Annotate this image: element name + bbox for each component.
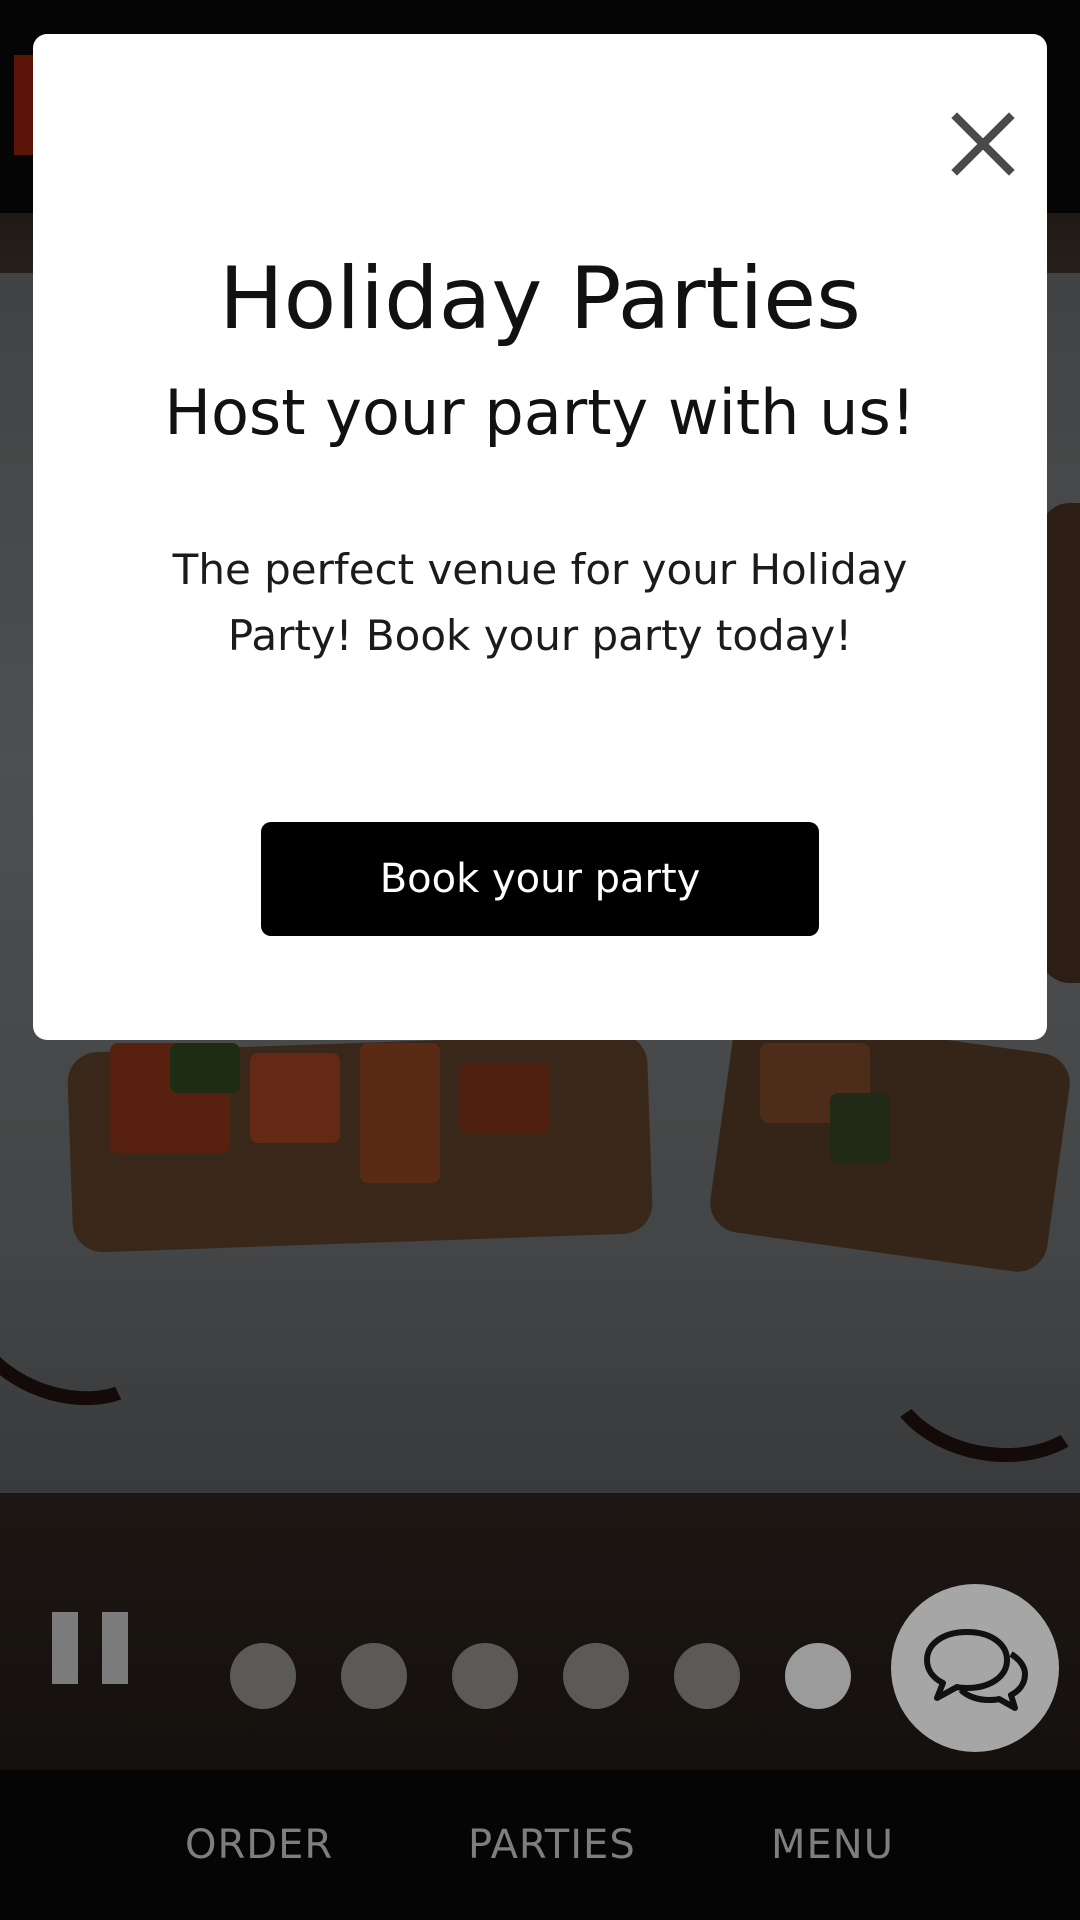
carousel-dot-2[interactable] — [341, 1643, 407, 1709]
carousel-dot-1[interactable] — [230, 1643, 296, 1709]
modal-subtitle: Host your party with us! — [164, 376, 916, 449]
chat-bubbles-icon — [924, 1629, 1028, 1711]
nav-menu[interactable]: MENU — [771, 1822, 894, 1868]
close-button[interactable] — [933, 94, 1033, 194]
carousel-dot-3[interactable] — [452, 1643, 518, 1709]
book-party-button[interactable]: Book your party — [261, 822, 819, 936]
carousel-dot-6[interactable] — [785, 1643, 851, 1709]
carousel-dots — [230, 1643, 851, 1709]
pause-icon-bar — [102, 1612, 128, 1684]
chat-button[interactable] — [891, 1584, 1059, 1752]
close-icon — [951, 112, 1015, 176]
nav-parties[interactable]: PARTIES — [468, 1822, 636, 1868]
modal-title: Holiday Parties — [219, 249, 861, 349]
promo-modal: Holiday Parties Host your party with us!… — [33, 34, 1047, 1040]
nav-order[interactable]: ORDER — [185, 1822, 333, 1868]
pause-icon — [52, 1612, 78, 1684]
modal-body-text: The perfect venue for your Holiday Party… — [172, 545, 908, 660]
pause-button[interactable] — [52, 1612, 128, 1684]
carousel-dot-4[interactable] — [563, 1643, 629, 1709]
carousel-dot-5[interactable] — [674, 1643, 740, 1709]
